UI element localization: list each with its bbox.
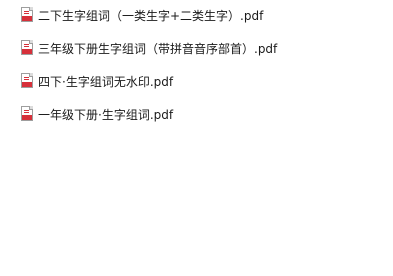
file-name: 四下·生字组词无水印.pdf	[38, 74, 174, 89]
pdf-file-icon	[21, 40, 34, 56]
file-name: 一年级下册·生字组词.pdf	[38, 107, 174, 122]
file-item[interactable]: 一年级下册·生字组词.pdf	[21, 103, 277, 125]
pdf-file-icon	[21, 73, 34, 89]
file-name: 三年级下册生字组词（带拼音音序部首）.pdf	[38, 41, 278, 56]
file-item[interactable]: 四下·生字组词无水印.pdf	[21, 70, 277, 92]
file-list: 二下生字组词（一类生字+二类生字）.pdf 三年级下册生字组词（带拼音音序部首）…	[21, 4, 277, 125]
file-item[interactable]: 三年级下册生字组词（带拼音音序部首）.pdf	[21, 37, 277, 59]
pdf-file-icon	[21, 7, 34, 23]
pdf-file-icon	[21, 106, 34, 122]
file-item[interactable]: 二下生字组词（一类生字+二类生字）.pdf	[21, 4, 277, 26]
file-name: 二下生字组词（一类生字+二类生字）.pdf	[38, 8, 264, 23]
